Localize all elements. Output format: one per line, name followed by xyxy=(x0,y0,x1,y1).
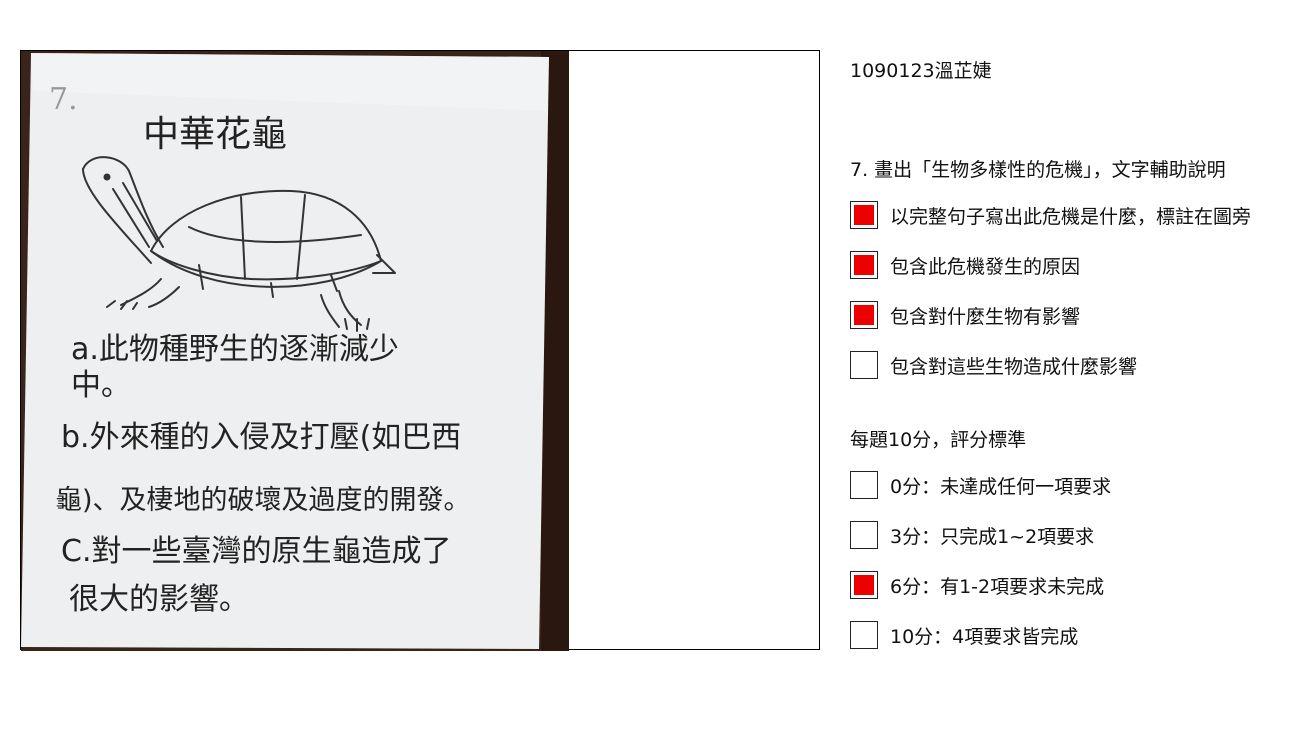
criterion-item: 包含對什麼生物有影響 xyxy=(850,299,1080,331)
note-line: C.對一些臺灣的原生龜造成了 xyxy=(61,534,451,569)
question-prompt: 7. 畫出「生物多樣性的危機」，文字輔助說明 xyxy=(850,159,1226,181)
score-option: 6分：有1-2項要求未完成 xyxy=(850,569,1104,601)
criterion-checkbox[interactable] xyxy=(850,351,878,379)
score-label: 6分：有1-2項要求未完成 xyxy=(890,575,1105,598)
criterion-item: 包含此危機發生的原因 xyxy=(850,249,1080,281)
criterion-item: 包含對這些生物造成什麼影響 xyxy=(850,349,1137,381)
criterion-checkbox[interactable] xyxy=(850,301,878,329)
score-option: 3分：只完成1~2項要求 xyxy=(850,519,1094,551)
note-line: 中。 xyxy=(71,368,131,403)
score-label: 3分：只完成1~2項要求 xyxy=(890,525,1095,548)
criterion-label: 包含對什麼生物有影響 xyxy=(890,305,1081,328)
criterion-checkbox[interactable] xyxy=(850,201,878,229)
score-label: 10分：4項要求皆完成 xyxy=(890,625,1079,648)
criterion-label: 包含此危機發生的原因 xyxy=(890,255,1081,278)
worksheet-photo: 7. 中華花龜 a.此物種野生的逐漸減少 中。 b.外來種的入侵及打壓(如巴西 … xyxy=(20,50,820,651)
score-checkbox[interactable] xyxy=(850,571,878,599)
note-line: a.此物種野生的逐漸減少 xyxy=(71,332,399,367)
criterion-label: 包含對這些生物造成什麼影響 xyxy=(890,355,1138,378)
criterion-checkbox[interactable] xyxy=(850,251,878,279)
score-option: 10分：4項要求皆完成 xyxy=(850,619,1078,651)
page-number: 7. xyxy=(49,82,78,117)
score-option: 0分：未達成任何一項要求 xyxy=(850,469,1111,501)
note-line: 龜)、及棲地的破壞及過度的開發。 xyxy=(55,485,471,516)
scoring-title: 每題10分，評分標準 xyxy=(850,429,1027,451)
worksheet-photo-drawing: 7. 中華花龜 a.此物種野生的逐漸減少 中。 b.外來種的入侵及打壓(如巴西 … xyxy=(21,51,569,651)
criterion-label: 以完整句子寫出此危機是什麼，標註在圖旁 xyxy=(890,205,1252,228)
note-line: b.外來種的入侵及打壓(如巴西 xyxy=(61,420,461,455)
drawing-title: 中華花龜 xyxy=(143,114,287,155)
score-checkbox[interactable] xyxy=(850,521,878,549)
score-label: 0分：未達成任何一項要求 xyxy=(890,475,1112,498)
note-line: 很大的影響。 xyxy=(69,582,249,617)
student-name: 1090123溫芷婕 xyxy=(850,60,992,82)
score-checkbox[interactable] xyxy=(850,471,878,499)
score-checkbox[interactable] xyxy=(850,621,878,649)
criterion-item: 以完整句子寫出此危機是什麼，標註在圖旁 xyxy=(850,199,1251,231)
